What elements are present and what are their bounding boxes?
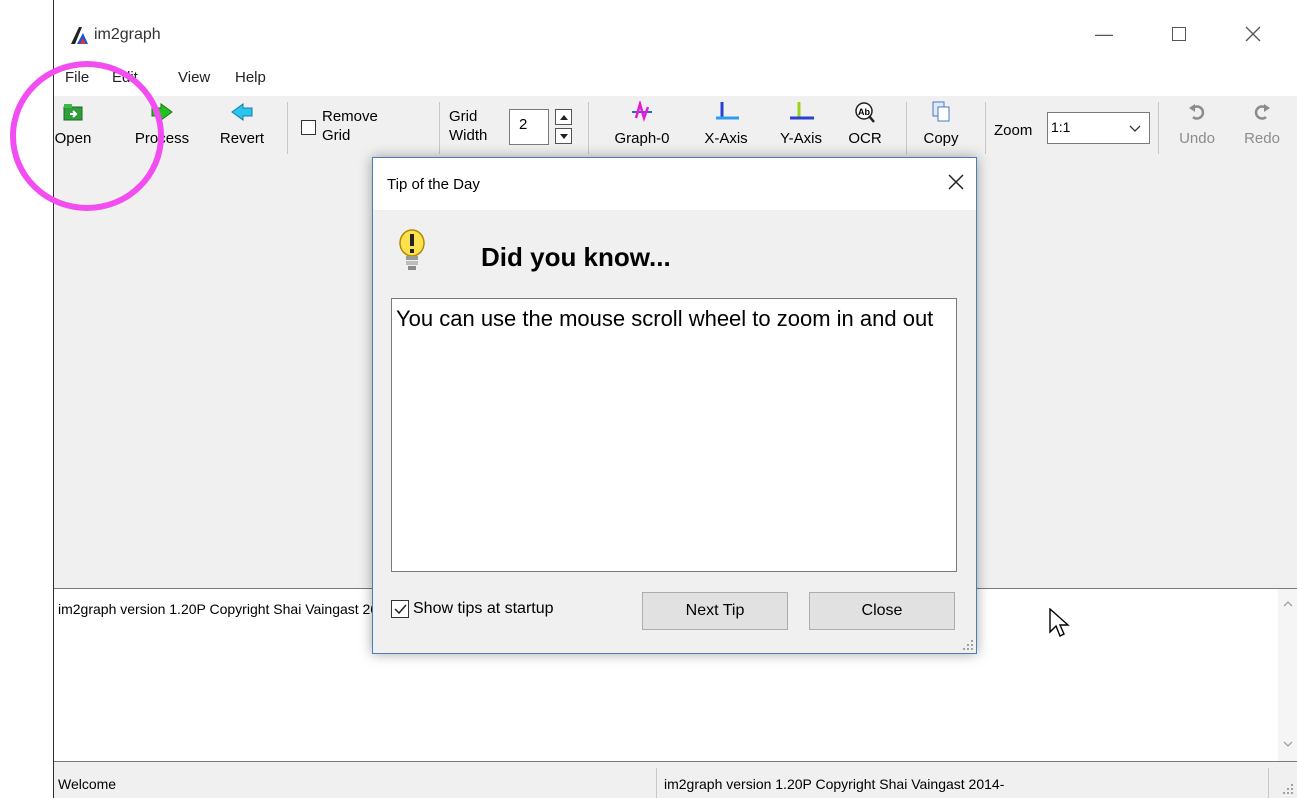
spin-up-button[interactable] [555, 109, 572, 125]
grid-width-input[interactable]: 2 [509, 109, 549, 145]
status-divider [656, 768, 657, 798]
graph-icon [630, 100, 654, 124]
toolbar-separator [439, 102, 440, 154]
dialog-title-bar: Tip of the Day [373, 158, 976, 210]
lightbulb-icon [399, 229, 425, 270]
status-bar: Welcome im2graph version 1.20P Copyright… [54, 762, 1297, 798]
toolbar-separator [287, 102, 288, 154]
toolbar-separator [588, 102, 589, 154]
ocr-button[interactable]: Ab OCR [846, 100, 884, 156]
log-text: im2graph version 1.20P Copyright Shai Va… [58, 601, 399, 617]
remove-grid-checkbox[interactable] [301, 120, 316, 135]
status-left: Welcome [58, 776, 117, 792]
minimize-button[interactable]: — [1081, 18, 1127, 50]
title-bar: im2graph — [54, 0, 1297, 60]
spin-down-icon [559, 133, 568, 139]
minimize-icon: — [1095, 23, 1113, 44]
graph-button[interactable]: Graph-0 [603, 100, 681, 156]
close-window-button[interactable] [1230, 18, 1276, 50]
tip-text-box: You can use the mouse scroll wheel to zo… [391, 298, 957, 572]
toolbar-separator [1158, 102, 1159, 154]
toolbar-separator [985, 102, 986, 154]
dialog-header: Did you know... [373, 210, 976, 294]
revert-arrow-icon [231, 100, 253, 124]
tip-of-the-day-dialog: Tip of the Day Did you know... You can u… [372, 157, 977, 654]
x-axis-button[interactable]: X-Axis [694, 100, 758, 156]
close-icon [1245, 26, 1261, 42]
zoom-select[interactable]: 1:1 [1047, 112, 1150, 144]
grid-width-spinner [555, 109, 572, 144]
dialog-title: Tip of the Day [387, 176, 480, 193]
next-tip-button[interactable]: Next Tip [642, 592, 788, 630]
grid-width-label: Grid Width [449, 108, 488, 144]
status-divider [1268, 768, 1269, 798]
redo-icon [1253, 100, 1271, 124]
scroll-up-icon [1283, 601, 1293, 607]
remove-grid-label: Remove Grid [322, 108, 378, 144]
toolbar-separator [906, 102, 907, 154]
resize-grip-icon[interactable] [1283, 784, 1293, 794]
menu-bar: File Edit View Help [54, 60, 1297, 96]
did-you-know-heading: Did you know... [481, 242, 671, 272]
x-axis-icon [712, 100, 740, 124]
mouse-cursor-icon [1049, 608, 1070, 637]
redo-button[interactable]: Redo [1237, 100, 1287, 156]
spin-down-button[interactable] [555, 128, 572, 144]
copy-button[interactable]: Copy [919, 100, 963, 156]
menu-help[interactable]: Help [235, 69, 266, 86]
copy-icon [931, 100, 951, 124]
close-button[interactable]: Close [809, 592, 955, 630]
scroll-down-icon [1283, 741, 1293, 747]
show-tips-option[interactable]: Show tips at startup [391, 600, 554, 618]
y-axis-icon [787, 100, 815, 124]
toolbar: Open Process Revert Remove Grid Grid Wid… [54, 96, 1297, 160]
zoom-value: 1:1 [1051, 119, 1071, 135]
resize-grip-icon[interactable] [963, 640, 973, 650]
show-tips-label: Show tips at startup [413, 600, 554, 617]
y-axis-button[interactable]: Y-Axis [770, 100, 832, 156]
undo-icon [1188, 100, 1206, 124]
log-scrollbar[interactable] [1278, 589, 1297, 761]
show-tips-checkbox[interactable] [391, 600, 409, 618]
maximize-button[interactable] [1156, 18, 1202, 50]
checkmark-icon [394, 604, 407, 615]
app-logo-icon [71, 27, 88, 44]
svg-text:Ab: Ab [858, 107, 870, 117]
close-icon [948, 174, 964, 190]
ocr-icon: Ab [854, 100, 876, 124]
highlight-annotation-circle [10, 61, 164, 211]
dialog-close-button[interactable] [948, 170, 964, 196]
menu-view[interactable]: View [178, 69, 210, 86]
undo-button[interactable]: Undo [1172, 100, 1222, 156]
window-title: im2graph [94, 26, 161, 43]
revert-button[interactable]: Revert [210, 100, 274, 156]
spin-up-icon [559, 114, 568, 120]
maximize-icon [1172, 27, 1186, 41]
chevron-down-icon [1129, 125, 1141, 132]
status-right: im2graph version 1.20P Copyright Shai Va… [664, 776, 1005, 792]
zoom-label: Zoom [994, 122, 1033, 139]
